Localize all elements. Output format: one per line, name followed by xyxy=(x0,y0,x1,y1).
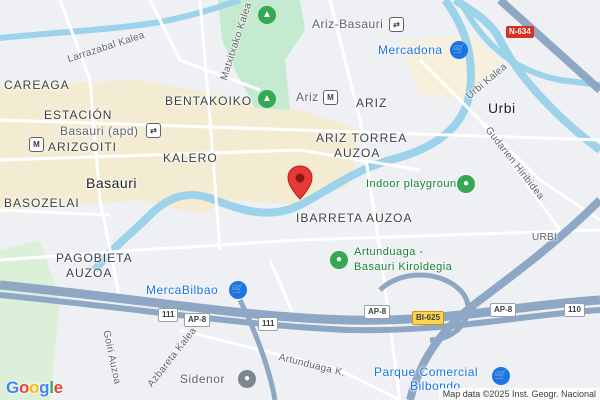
factory-icon[interactable]: ● xyxy=(238,370,256,388)
district-arizgoiti: ARIZGOITI xyxy=(48,140,117,154)
district-basozelai: BASOZELAI xyxy=(4,196,80,210)
map-canvas[interactable]: CAREAGA ESTACIÓN BENTAKOIKO ARIZ ARIZ TO… xyxy=(0,0,600,400)
road-shield-111-a: 111 xyxy=(158,308,179,322)
station-basauri-apd-label: Basauri (apd) xyxy=(60,124,139,138)
district-ariz-torrea-line1: ARIZ TORREA xyxy=(316,131,408,145)
poi-artunduaga-line2[interactable]: Basauri Kiroldegia xyxy=(354,261,452,273)
logo-letter: G xyxy=(6,378,19,397)
logo-letter: o xyxy=(18,378,30,397)
shopping-bag-icon[interactable]: 🛒 xyxy=(229,281,247,299)
district-ariz-torrea-line2: AUZOA xyxy=(334,146,381,160)
district-ibarreta: IBARRETA AUZOA xyxy=(296,211,413,225)
station-ariz-basauri-label: Ariz-Basauri xyxy=(312,17,384,31)
district-estacion: ESTACIÓN xyxy=(44,108,113,122)
town-urbi: Urbi xyxy=(488,100,516,116)
town-basauri: Basauri xyxy=(86,175,137,191)
road-shield-111-b: 111 xyxy=(258,317,279,331)
district-pagobieta-line2: AUZOA xyxy=(66,266,113,280)
station-ariz-label: Ariz xyxy=(296,90,319,104)
road-shield-n634: N-634 xyxy=(506,26,534,38)
park-area-west xyxy=(0,240,60,400)
shopping-mall-icon[interactable]: 🛒 xyxy=(492,367,510,385)
google-logo: Google xyxy=(6,378,63,398)
district-careaga: CAREAGA xyxy=(4,78,70,92)
metro-station-arizgoiti-icon[interactable]: M xyxy=(29,137,44,152)
metro-station-ariz-icon[interactable]: M xyxy=(323,90,338,105)
tree-icon[interactable]: ▲ xyxy=(258,6,276,24)
district-ariz: ARIZ xyxy=(356,96,388,110)
location-pin-icon[interactable] xyxy=(287,165,313,201)
district-pagobieta-line1: PAGOBIETA xyxy=(56,251,133,265)
district-urbi-small: URBI xyxy=(532,232,558,243)
poi-mercadona-label[interactable]: Mercadona xyxy=(378,43,443,57)
logo-letter: o xyxy=(29,378,40,397)
sports-center-icon[interactable]: ● xyxy=(330,251,348,269)
logo-letter: e xyxy=(53,378,63,397)
road-shield-ap8-a: AP-8 xyxy=(184,313,211,327)
district-bentakoiko: BENTAKOIKO xyxy=(165,94,253,108)
park-icon[interactable]: ▲ xyxy=(258,90,276,108)
map-attribution[interactable]: Map data ©2025 Inst. Geogr. Nacional xyxy=(438,388,600,400)
road-shield-ap8-b: AP-8 xyxy=(364,305,391,319)
playground-icon[interactable]: ● xyxy=(457,175,475,193)
poi-mercabilbao-label[interactable]: MercaBilbao xyxy=(146,283,218,297)
poi-indoor-playground-label[interactable]: Indoor playground xyxy=(366,178,463,190)
logo-letter: g xyxy=(39,378,50,397)
poi-artunduaga-line1[interactable]: Artunduaga - xyxy=(354,246,424,258)
road-shield-bi625: BI-625 xyxy=(412,311,445,325)
rail-station-basauri-icon[interactable]: ⇄ xyxy=(146,123,161,138)
road-shield-ap8-c: AP-8 xyxy=(490,303,517,317)
road-shield-110: 110 xyxy=(564,303,585,317)
rail-station-icon[interactable]: ⇄ xyxy=(389,17,404,32)
poi-sidenor-label[interactable]: Sidenor xyxy=(180,372,225,386)
district-kalero: KALERO xyxy=(163,151,218,165)
poi-parque-comercial-line1[interactable]: Parque Comercial xyxy=(374,365,478,379)
shopping-cart-icon[interactable]: 🛒 xyxy=(450,41,468,59)
